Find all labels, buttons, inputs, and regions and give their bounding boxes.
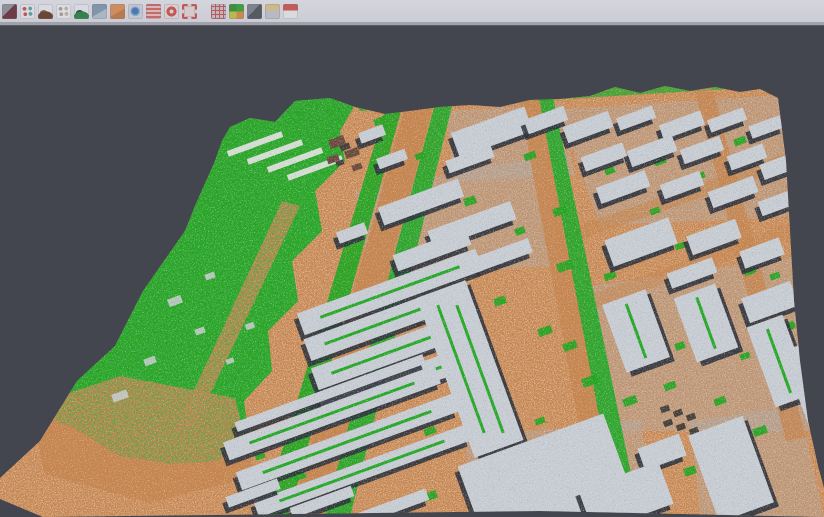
- selection-bounds-icon[interactable]: [182, 4, 197, 19]
- measure-tool-icon[interactable]: [265, 4, 280, 19]
- viewport-3d[interactable]: [0, 26, 824, 517]
- classified-cloud-icon[interactable]: [229, 4, 244, 19]
- terrain-ground-icon[interactable]: [38, 4, 53, 19]
- toolbar: [0, 0, 824, 22]
- class-layers-icon[interactable]: [146, 4, 161, 19]
- profile-panel-icon[interactable]: [92, 4, 107, 19]
- clip-box-icon[interactable]: [211, 4, 226, 19]
- report-icon[interactable]: [283, 4, 298, 19]
- mesh-model-icon[interactable]: [247, 4, 262, 19]
- terrain-point-cloud: [0, 26, 824, 517]
- ground-class-icon[interactable]: [110, 4, 125, 19]
- target-circle-icon[interactable]: [164, 4, 179, 19]
- globe-view-icon[interactable]: [128, 4, 143, 19]
- point-cloud-density-icon[interactable]: [2, 4, 17, 19]
- point-cloud-canvas: [0, 26, 824, 517]
- sparse-points-icon[interactable]: [56, 4, 71, 19]
- vegetation-terrain-icon[interactable]: [74, 4, 89, 19]
- application-window: [0, 0, 824, 517]
- noise-layer: [0, 26, 824, 517]
- align-point-pairs-icon[interactable]: [20, 4, 35, 19]
